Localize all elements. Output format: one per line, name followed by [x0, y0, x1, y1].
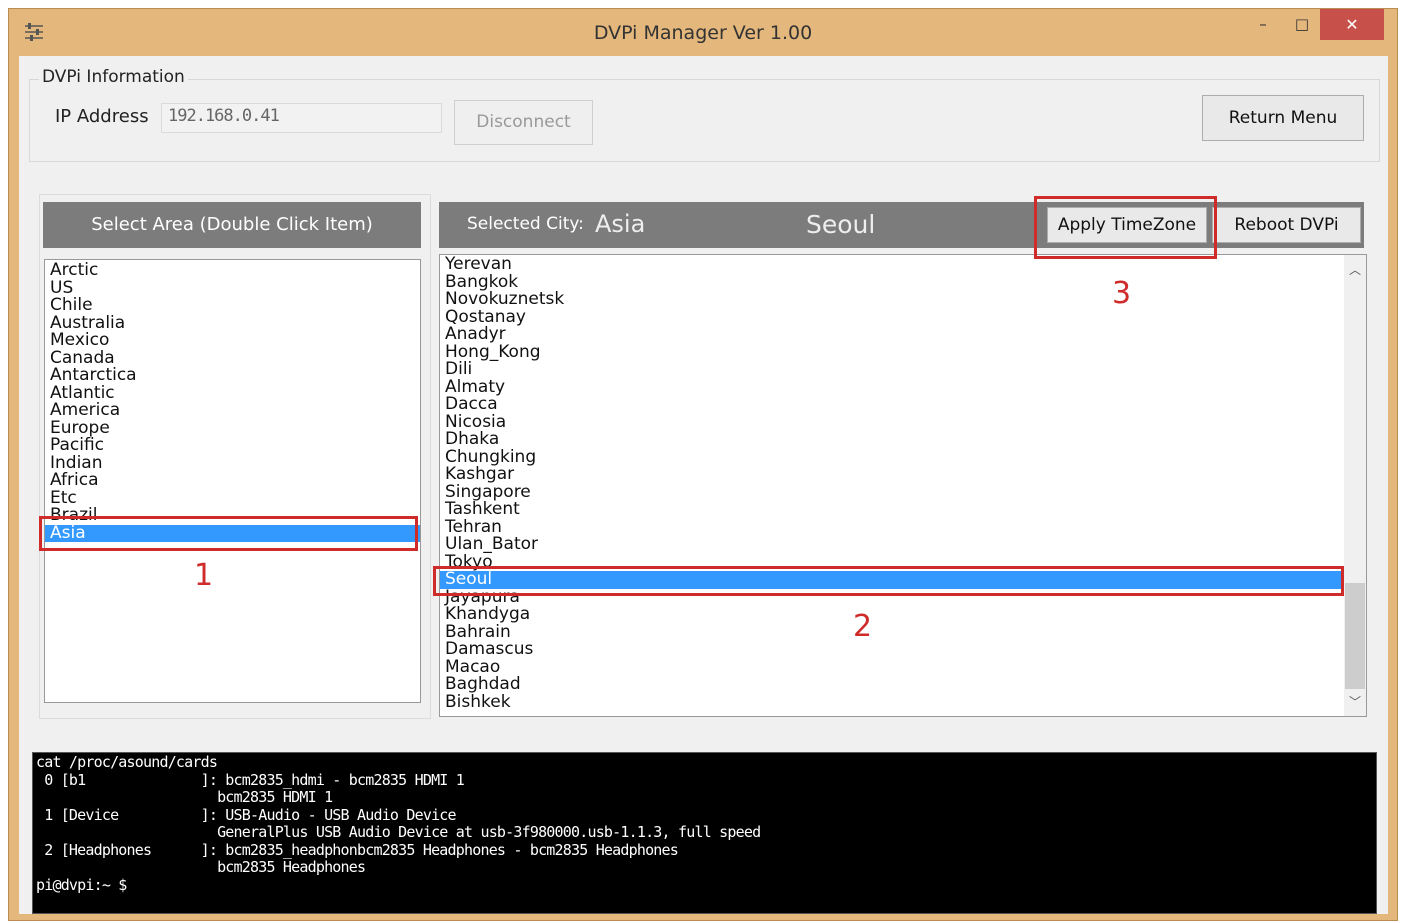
city-item-qostanay[interactable]: Qostanay	[440, 308, 1366, 327]
terminal-line: pi@dvpi:~ $	[36, 875, 127, 894]
city-list-scrollbar[interactable]: ︿ ﹀	[1344, 255, 1366, 716]
city-item-hong-kong[interactable]: Hong_Kong	[440, 343, 1366, 362]
area-item-pacific[interactable]: Pacific	[45, 436, 420, 455]
city-item-dhaka[interactable]: Dhaka	[440, 430, 1366, 449]
close-button[interactable]: ✕	[1320, 9, 1384, 40]
city-list[interactable]: Yerevan Bangkok Novokuznetsk Qostanay Anadyr…	[439, 254, 1367, 717]
reboot-dvpi-button[interactable]: Reboot DVPi	[1212, 207, 1361, 243]
terminal-line: bcm2835 Headphones	[36, 858, 366, 876]
city-item-bahrain[interactable]: Bahrain	[440, 623, 1366, 642]
annotation-3: 3	[1112, 276, 1132, 311]
area-list[interactable]: Arctic US Chile Australia Mexico Canada Antarc…	[44, 259, 421, 703]
city-item-tehran[interactable]: Tehran	[440, 518, 1366, 537]
city-item-almaty[interactable]: Almaty	[440, 378, 1366, 397]
annotation-2: 2	[853, 609, 873, 644]
scroll-down-arrow-icon[interactable]: ﹀	[1344, 693, 1366, 710]
terminal-line: GeneralPlus USB Audio Device at usb-3f98…	[36, 823, 761, 841]
terminal-line: 1 [Device ]: USB-Audio - USB Audio Devic…	[36, 805, 456, 824]
area-item-etc[interactable]: Etc	[45, 489, 420, 508]
minimize-button[interactable]: –	[1246, 9, 1280, 40]
area-item-antarctica[interactable]: Antarctica	[45, 366, 420, 385]
window-title: DVPi Manager Ver 1.00	[593, 22, 813, 44]
dvpi-information-label: DVPi Information	[39, 67, 188, 87]
area-item-arctic[interactable]: Arctic	[45, 261, 420, 280]
city-item-dacca[interactable]: Dacca	[440, 395, 1366, 414]
ip-address-field[interactable]: 192.168.0.41	[161, 103, 442, 133]
city-item-nicosia[interactable]: Nicosia	[440, 413, 1366, 432]
maximize-button[interactable]: □	[1285, 9, 1319, 40]
scroll-up-arrow-icon[interactable]: ︿	[1344, 261, 1366, 278]
city-item-yerevan[interactable]: Yerevan	[440, 255, 1366, 274]
city-item-singapore[interactable]: Singapore	[440, 483, 1366, 502]
highlight-box-2	[433, 566, 1344, 596]
annotation-1: 1	[194, 558, 214, 593]
ip-address-label: IP Address	[55, 106, 149, 127]
city-item-chungking[interactable]: Chungking	[440, 448, 1366, 467]
area-item-chile[interactable]: Chile	[45, 296, 420, 315]
area-item-africa[interactable]: Africa	[45, 471, 420, 490]
city-item-dili[interactable]: Dili	[440, 360, 1366, 379]
terminal-line: 0 [b1 ]: bcm2835_hdmi - bcm2835 HDMI 1	[36, 770, 465, 789]
title-bar[interactable]: DVPi Manager Ver 1.00 – □ ✕	[9, 9, 1397, 56]
selected-city-label: Selected City:	[467, 214, 584, 234]
city-item-anadyr[interactable]: Anadyr	[440, 325, 1366, 344]
app-window: DVPi Manager Ver 1.00 – □ ✕ DVPi Informa…	[8, 8, 1398, 921]
area-item-us[interactable]: US	[45, 279, 420, 298]
select-area-header: Select Area (Double Click Item)	[43, 202, 421, 248]
city-item-kashgar[interactable]: Kashgar	[440, 465, 1366, 484]
selected-city-value: Seoul	[806, 210, 876, 239]
area-item-indian[interactable]: Indian	[45, 454, 420, 473]
terminal-line: cat /proc/asound/cards	[36, 753, 218, 771]
terminal-output[interactable]: cat /proc/asound/cards 0 [b1 ]: bcm2835_…	[32, 752, 1377, 914]
city-item-damascus[interactable]: Damascus	[440, 640, 1366, 659]
terminal-line: bcm2835 HDMI 1	[36, 788, 333, 806]
return-menu-button[interactable]: Return Menu	[1202, 95, 1364, 141]
highlight-box-1	[39, 516, 418, 551]
area-item-america[interactable]: America	[45, 401, 420, 420]
scroll-thumb[interactable]	[1345, 583, 1365, 689]
highlight-box-3	[1034, 196, 1217, 259]
city-item-ulan-bator[interactable]: Ulan_Bator	[440, 535, 1366, 554]
city-item-bangkok[interactable]: Bangkok	[440, 273, 1366, 292]
terminal-line: 2 [Headphones ]: bcm2835_headphonbcm2835…	[36, 840, 679, 859]
city-item-baghdad[interactable]: Baghdad	[440, 675, 1366, 694]
city-item-macao[interactable]: Macao	[440, 658, 1366, 677]
client-area: DVPi Information IP Address 192.168.0.41…	[19, 56, 1388, 914]
city-item-tashkent[interactable]: Tashkent	[440, 500, 1366, 519]
city-item-bishkek[interactable]: Bishkek	[440, 693, 1366, 712]
city-item-novokuznetsk[interactable]: Novokuznetsk	[440, 290, 1366, 309]
area-item-mexico[interactable]: Mexico	[45, 331, 420, 350]
disconnect-button[interactable]: Disconnect	[454, 100, 593, 145]
city-item-khandyga[interactable]: Khandyga	[440, 605, 1366, 624]
selected-area-value: Asia	[595, 210, 646, 238]
